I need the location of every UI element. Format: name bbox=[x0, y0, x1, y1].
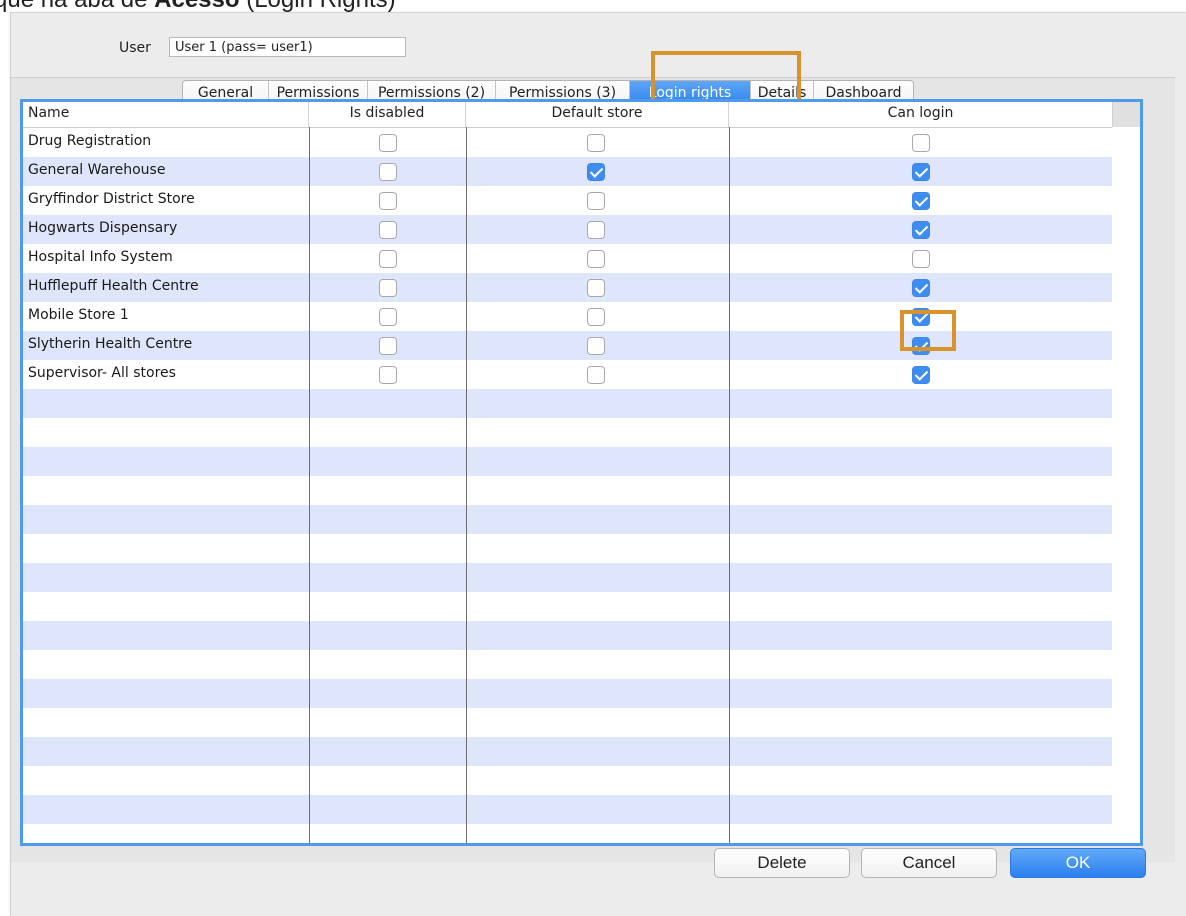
empty-row bbox=[23, 737, 1112, 766]
empty-rows bbox=[23, 389, 1112, 843]
user-label: User bbox=[119, 40, 151, 56]
column-header-name[interactable]: Name bbox=[23, 102, 309, 127]
is-disabled-checkbox[interactable] bbox=[379, 192, 397, 210]
store-name: Slytherin Health Centre bbox=[28, 336, 193, 352]
column-header-default-store[interactable]: Default store bbox=[466, 102, 729, 127]
user-dialog: User User 1 (pass= user1) General Permiss… bbox=[10, 12, 1186, 916]
empty-row bbox=[23, 621, 1112, 650]
is-disabled-checkbox[interactable] bbox=[379, 221, 397, 239]
cancel-button[interactable]: Cancel bbox=[861, 848, 997, 878]
empty-row bbox=[23, 592, 1112, 621]
default-store-checkbox[interactable] bbox=[587, 134, 605, 152]
store-name: Hogwarts Dispensary bbox=[28, 220, 178, 236]
store-name: General Warehouse bbox=[28, 162, 166, 178]
can-login-checkbox[interactable] bbox=[912, 163, 930, 181]
column-header-can-login[interactable]: Can login bbox=[729, 102, 1112, 127]
default-store-checkbox[interactable] bbox=[587, 192, 605, 210]
is-disabled-checkbox[interactable] bbox=[379, 308, 397, 326]
table-row[interactable]: Drug Registration bbox=[23, 128, 1112, 157]
is-disabled-checkbox[interactable] bbox=[379, 250, 397, 268]
store-name: Hufflepuff Health Centre bbox=[28, 278, 199, 294]
empty-row bbox=[23, 708, 1112, 737]
default-store-checkbox[interactable] bbox=[587, 308, 605, 326]
login-rights-table: Name Is disabled Default store Can login… bbox=[20, 99, 1143, 846]
can-login-checkbox[interactable] bbox=[912, 134, 930, 152]
scrollbar-track[interactable] bbox=[1112, 127, 1140, 843]
store-name: Drug Registration bbox=[28, 133, 152, 149]
column-divider bbox=[309, 127, 310, 843]
store-name: Hospital Info System bbox=[28, 249, 173, 265]
empty-row bbox=[23, 418, 1112, 447]
can-login-checkbox[interactable] bbox=[912, 221, 930, 239]
default-store-checkbox[interactable] bbox=[587, 163, 605, 181]
tab-highlight-annotation bbox=[651, 51, 801, 104]
table-header: Name Is disabled Default store Can login bbox=[23, 102, 1140, 128]
empty-row bbox=[23, 505, 1112, 534]
table-row[interactable]: Gryffindor District Store bbox=[23, 186, 1112, 215]
ok-button[interactable]: OK bbox=[1010, 848, 1146, 878]
is-disabled-checkbox[interactable] bbox=[379, 279, 397, 297]
column-header-is-disabled[interactable]: Is disabled bbox=[309, 102, 466, 127]
table-row[interactable]: Hufflepuff Health Centre bbox=[23, 273, 1112, 302]
is-disabled-checkbox[interactable] bbox=[379, 134, 397, 152]
scrollbar-corner bbox=[1112, 102, 1140, 127]
empty-row bbox=[23, 650, 1112, 679]
empty-row bbox=[23, 679, 1112, 708]
column-divider bbox=[729, 127, 730, 843]
empty-row bbox=[23, 766, 1112, 795]
is-disabled-checkbox[interactable] bbox=[379, 163, 397, 181]
column-divider bbox=[466, 127, 467, 843]
can-login-checkbox[interactable] bbox=[912, 192, 930, 210]
store-name: Supervisor- All stores bbox=[28, 365, 176, 381]
store-name: Gryffindor District Store bbox=[28, 191, 195, 207]
default-store-checkbox[interactable] bbox=[587, 337, 605, 355]
empty-row bbox=[23, 476, 1112, 505]
empty-row bbox=[23, 389, 1112, 418]
can-login-checkbox[interactable] bbox=[912, 366, 930, 384]
checkbox-highlight-annotation bbox=[900, 310, 956, 351]
table-row[interactable]: Hogwarts Dispensary bbox=[23, 215, 1112, 244]
default-store-checkbox[interactable] bbox=[587, 250, 605, 268]
is-disabled-checkbox[interactable] bbox=[379, 366, 397, 384]
empty-row bbox=[23, 824, 1112, 843]
is-disabled-checkbox[interactable] bbox=[379, 337, 397, 355]
store-name: Mobile Store 1 bbox=[28, 307, 129, 323]
user-field[interactable]: User 1 (pass= user1) bbox=[169, 37, 406, 57]
default-store-checkbox[interactable] bbox=[587, 279, 605, 297]
table-row[interactable]: Supervisor- All stores bbox=[23, 360, 1112, 389]
default-store-checkbox[interactable] bbox=[587, 221, 605, 239]
can-login-checkbox[interactable] bbox=[912, 250, 930, 268]
table-row[interactable]: General Warehouse bbox=[23, 157, 1112, 186]
default-store-checkbox[interactable] bbox=[587, 366, 605, 384]
empty-row bbox=[23, 447, 1112, 476]
empty-row bbox=[23, 795, 1112, 824]
table-row[interactable]: Hospital Info System bbox=[23, 244, 1112, 273]
empty-row bbox=[23, 563, 1112, 592]
delete-button[interactable]: Delete bbox=[714, 848, 850, 878]
can-login-checkbox[interactable] bbox=[912, 279, 930, 297]
empty-row bbox=[23, 534, 1112, 563]
